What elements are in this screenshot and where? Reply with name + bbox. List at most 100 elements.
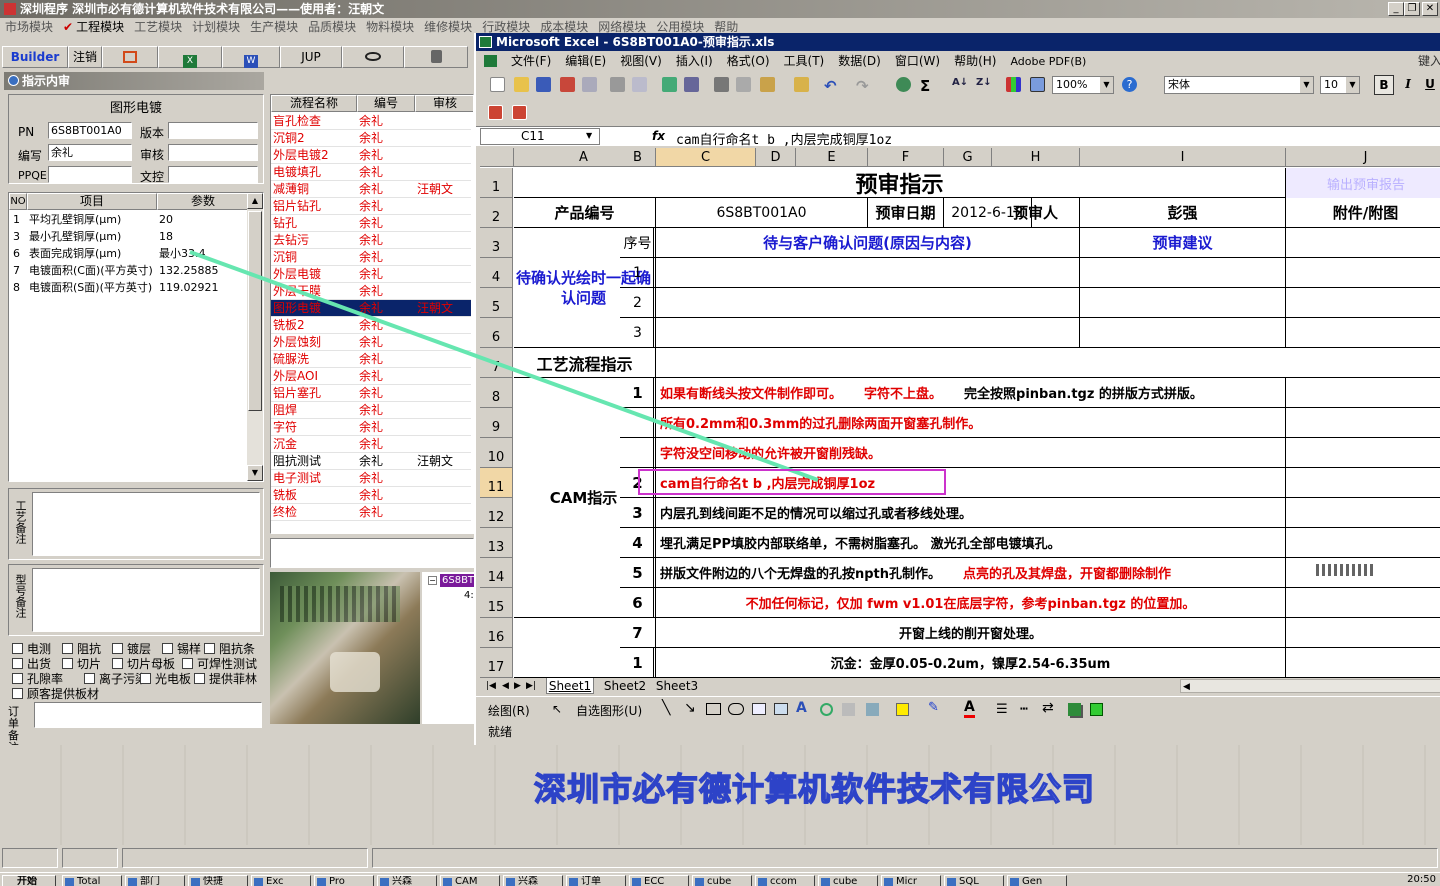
column-header[interactable]: F xyxy=(868,148,944,167)
taskbar-item[interactable]: cube xyxy=(818,875,878,886)
param-row[interactable]: 8 电镀面积(S面)(平方英寸) 119.02921 xyxy=(9,279,247,296)
taskbar-item[interactable]: 兴森 xyxy=(503,875,563,886)
menu-format[interactable]: 格式(O) xyxy=(727,51,770,71)
pdf-convert-icon[interactable] xyxy=(488,105,503,120)
cam-instruction[interactable]: 字符没空间移动的允许被开窗削残缺。 xyxy=(656,438,1286,468)
checkbox-box[interactable] xyxy=(12,643,23,654)
flow-row[interactable]: 终检 余礼 xyxy=(271,504,471,521)
new-icon[interactable] xyxy=(490,77,505,92)
taskbar-item[interactable]: ECC xyxy=(629,875,689,886)
column-header[interactable]: B xyxy=(620,148,656,167)
flow-row[interactable]: 铣板2 余礼 xyxy=(271,317,471,334)
cam-instruction[interactable]: 不加任何标记，仅加 fwm v1.01在底层字符，参考pinban.tgz 的位… xyxy=(656,588,1286,618)
cam-attachment[interactable] xyxy=(1286,468,1440,498)
param-row[interactable]: 7 电镀面积(C面)(平方英寸) 132.25885 xyxy=(9,262,247,279)
flow-row[interactable]: 铝片塞孔 余礼 xyxy=(271,385,471,402)
select-objects-icon[interactable]: ↖ xyxy=(552,702,562,716)
column-header[interactable]: C xyxy=(656,148,756,167)
flow-row[interactable]: 铣板 余礼 xyxy=(271,487,471,504)
seq-label[interactable]: 序号 xyxy=(620,228,656,258)
flow-row[interactable]: 阻抗测试 余礼 汪朝文 xyxy=(271,453,471,470)
sort-ascending-icon[interactable]: A↓ xyxy=(952,77,968,92)
menu-engineering[interactable]: 工程模块 xyxy=(76,18,124,36)
cam-instruction[interactable]: 所有0.2mm和0.3mm的过孔删除两面开窗塞孔制作。 xyxy=(656,408,1286,438)
cam-instruction[interactable]: 埋孔满足PP填胶内部联络单，不需树脂塞孔。 激光孔全部电镀填孔。 xyxy=(656,528,1286,558)
menu-adobe-pdf[interactable]: Adobe PDF(B) xyxy=(1010,52,1086,72)
checkbox-box[interactable] xyxy=(140,673,151,684)
attachment-cell[interactable] xyxy=(1286,318,1440,348)
seq-number[interactable]: 1 xyxy=(620,258,656,288)
menu-quality[interactable]: 品质模块 xyxy=(308,18,356,36)
font-size-select[interactable]: 10 ▼ xyxy=(1320,76,1360,94)
close-button[interactable]: ✕ xyxy=(1422,2,1438,16)
scroll-up-icon[interactable]: ▲ xyxy=(247,193,263,209)
process-label[interactable]: 工艺流程指示 xyxy=(514,348,656,378)
wordart-icon[interactable]: A xyxy=(796,700,807,716)
cam-seq[interactable]: 6 xyxy=(620,588,656,618)
open-icon[interactable] xyxy=(514,77,529,92)
cam-attachment[interactable] xyxy=(1286,528,1440,558)
clipart-icon[interactable] xyxy=(842,703,855,716)
horizontal-scrollbar[interactable]: ◀ xyxy=(1180,679,1440,693)
menu-insert[interactable]: 插入(I) xyxy=(676,51,713,71)
name-box-dropdown-icon[interactable]: ▼ xyxy=(586,131,592,140)
checkbox[interactable]: 顾客提供板材 xyxy=(12,685,99,702)
taskbar-item[interactable]: ccom xyxy=(755,875,815,886)
3d-style-icon[interactable] xyxy=(1090,703,1103,716)
chart-wizard-icon[interactable] xyxy=(1006,77,1021,92)
jup-button[interactable]: JUP xyxy=(280,46,342,68)
rectangle-icon[interactable] xyxy=(706,703,721,715)
cam-instruction[interactable]: 内层孔到线间距不足的情况可以缩过孔或者移线处理。 xyxy=(656,498,1286,528)
flow-row[interactable]: 图形电镀 余礼 汪朝文 xyxy=(271,300,471,317)
scroll-thumb[interactable] xyxy=(248,211,262,411)
permission-icon[interactable] xyxy=(560,77,575,92)
restore-button[interactable]: ❐ xyxy=(1404,2,1420,16)
column-header[interactable]: G xyxy=(944,148,992,167)
flow-row[interactable]: 电子测试 余礼 xyxy=(271,470,471,487)
checkbox-box[interactable] xyxy=(112,658,123,669)
writer-field[interactable]: 余礼 xyxy=(48,144,132,161)
cam-seq[interactable]: 5 xyxy=(620,558,656,588)
autosum-icon[interactable]: Σ xyxy=(920,77,935,95)
flow-row[interactable]: 减薄铜 余礼 汪朝文 xyxy=(271,181,471,198)
drawing-toggle-icon[interactable] xyxy=(1030,77,1045,92)
menu-file[interactable]: 文件(F) xyxy=(511,51,551,71)
person-value[interactable]: 彭强 xyxy=(1080,198,1286,228)
help-search-box[interactable]: 键入 xyxy=(1418,51,1440,71)
font-select[interactable]: 宋体 ▼ xyxy=(1164,76,1314,94)
question-label[interactable]: 待与客户确认问题(原因与内容) xyxy=(656,228,1080,258)
row-header[interactable]: 5 xyxy=(480,288,513,318)
flow-row[interactable]: 外层干膜 余礼 xyxy=(271,283,471,300)
checkbox-box[interactable] xyxy=(204,643,215,654)
draw-menu[interactable]: 绘图(R) xyxy=(488,702,530,719)
tab-scroll-first-icon[interactable]: |◀ xyxy=(486,678,496,694)
row-header[interactable]: 15 xyxy=(480,588,513,618)
checkbox[interactable]: 提供菲林 xyxy=(194,670,257,687)
row-header[interactable]: 2 xyxy=(480,198,513,228)
checkbox-box[interactable] xyxy=(62,658,73,669)
menu-edit[interactable]: 编辑(E) xyxy=(565,51,606,71)
row-header[interactable]: 8 xyxy=(480,378,513,408)
tab-sheet1[interactable]: Sheet1 xyxy=(546,678,594,694)
cam-instruction[interactable]: 拼版文件附边的八个无焊盘的孔按npth孔制作。 点亮的孔及其焊盘，开窗都删除制作 xyxy=(656,558,1286,588)
version-field[interactable] xyxy=(168,122,258,139)
cam-attachment[interactable] xyxy=(1286,588,1440,618)
column-header[interactable]: H xyxy=(992,148,1080,167)
menu-data[interactable]: 数据(D) xyxy=(838,51,881,71)
param-row[interactable]: 6 表面完成铜厚(μm) 最小33.4 xyxy=(9,245,247,262)
flow-row[interactable]: 沉铜 余礼 xyxy=(271,249,471,266)
menu-market[interactable]: 市场模块 xyxy=(5,18,53,36)
flow-row[interactable]: 电镀填孔 余礼 xyxy=(271,164,471,181)
row-header[interactable]: 13 xyxy=(480,528,513,558)
suggest-cell[interactable] xyxy=(1080,258,1286,288)
flow-row[interactable]: 阻焊 余礼 xyxy=(271,402,471,419)
help-icon[interactable]: ? xyxy=(1122,77,1137,92)
print-icon[interactable] xyxy=(610,77,625,92)
spelling-icon[interactable] xyxy=(662,77,677,92)
taskbar-item[interactable]: Micr xyxy=(881,875,941,886)
attachment-cell[interactable] xyxy=(1286,288,1440,318)
start-button[interactable]: 开始 xyxy=(2,875,56,886)
question-cell[interactable] xyxy=(656,258,1080,288)
cam-attachment[interactable] xyxy=(1286,378,1440,408)
save-icon[interactable] xyxy=(536,77,551,92)
